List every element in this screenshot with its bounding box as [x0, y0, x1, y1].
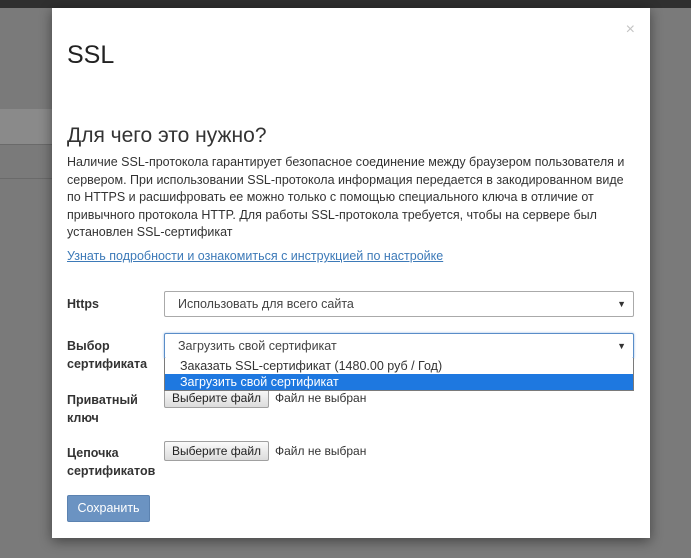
- certificate-option-upload[interactable]: Загрузить свой сертификат: [165, 374, 633, 390]
- private-key-file-status: Файл не выбран: [275, 391, 367, 405]
- certificate-label: Выбор сертификата: [67, 339, 148, 371]
- ssl-dialog: × SSL Для чего это нужно? Наличие SSL-пр…: [52, 8, 650, 538]
- background-row: [0, 109, 52, 144]
- chain-label: Цепочка сертификатов: [67, 446, 156, 478]
- certificate-select[interactable]: Загрузить свой сертификат ▼: [164, 333, 634, 359]
- dialog-title: SSL: [67, 41, 115, 69]
- https-select-value: Использовать для всего сайта: [178, 297, 354, 311]
- description-text: Наличие SSL-протокола гарантирует безопа…: [67, 155, 625, 239]
- top-bar: [0, 0, 691, 8]
- background-divider: [0, 144, 52, 145]
- chain-file-status: Файл не выбран: [275, 444, 367, 458]
- save-button[interactable]: Сохранить: [67, 495, 150, 522]
- section-heading: Для чего это нужно?: [67, 124, 267, 147]
- dropdown-arrow-icon: ▼: [617, 341, 626, 351]
- https-select[interactable]: Использовать для всего сайта ▼: [164, 291, 634, 317]
- chain-file-button[interactable]: Выберите файл: [164, 441, 270, 461]
- certificate-dropdown-list: Заказать SSL-сертификат (1480.00 руб / Г…: [164, 358, 634, 391]
- https-label: Https: [67, 297, 99, 311]
- private-key-file-button[interactable]: Выберите файл: [164, 388, 270, 408]
- close-icon[interactable]: ×: [626, 22, 635, 38]
- instructions-link[interactable]: Узнать подробности и ознакомиться с инст…: [67, 249, 443, 263]
- certificate-option-order[interactable]: Заказать SSL-сертификат (1480.00 руб / Г…: [165, 358, 633, 374]
- background-divider: [0, 178, 52, 179]
- certificate-select-value: Загрузить свой сертификат: [178, 339, 337, 353]
- private-key-label: Приватный ключ: [67, 393, 138, 425]
- dropdown-arrow-icon: ▼: [617, 299, 626, 309]
